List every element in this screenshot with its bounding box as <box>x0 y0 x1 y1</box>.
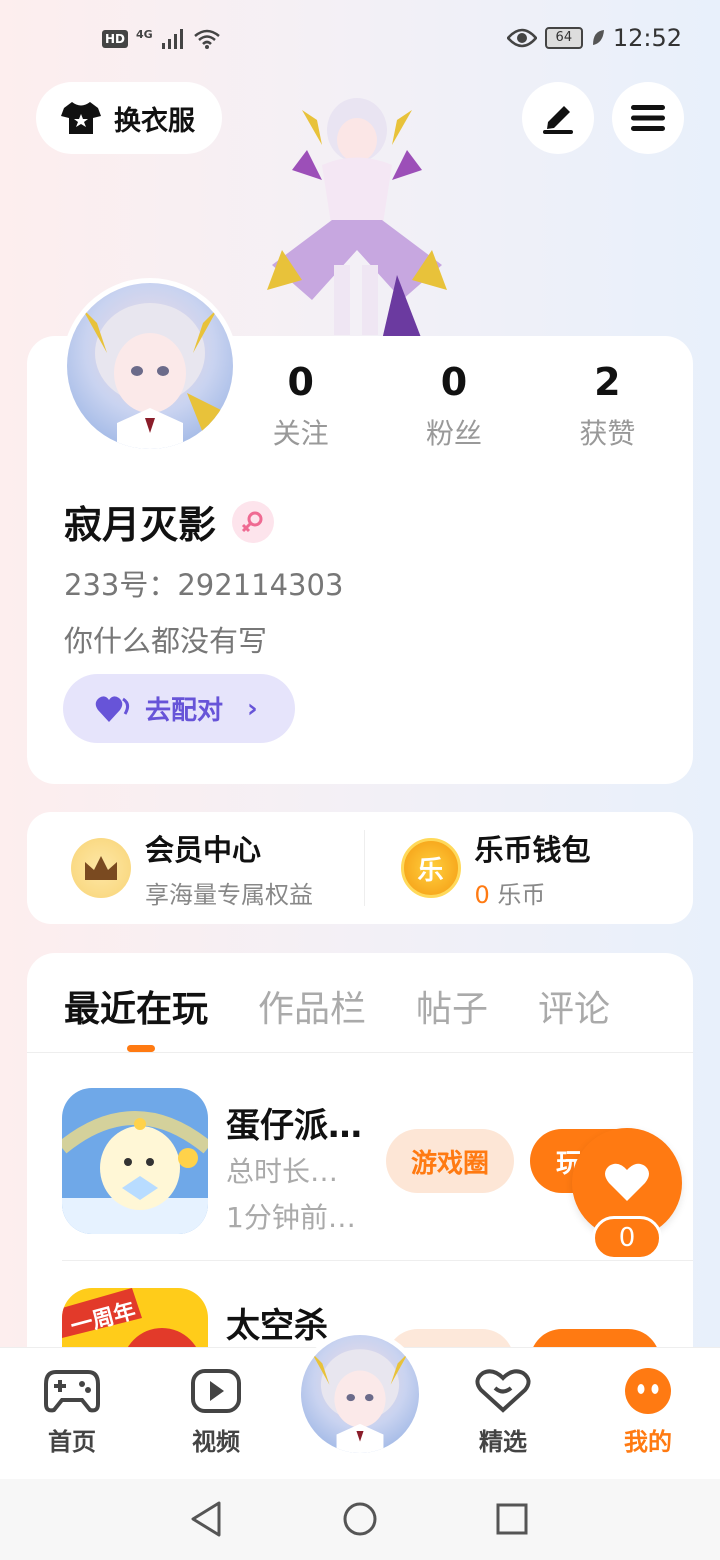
nav-label: 我的 <box>624 1428 672 1456</box>
le-coin-icon: 乐 <box>400 838 461 898</box>
edit-profile-button[interactable] <box>522 82 594 154</box>
vip-subtitle: 享海量专属权益 <box>145 880 313 909</box>
heart-chat-icon <box>475 1369 531 1413</box>
wallet-title: 乐币钱包 <box>474 832 591 867</box>
nav-video[interactable]: 视频 <box>161 1368 271 1457</box>
mine-face-icon <box>625 1368 671 1414</box>
leaf-icon <box>592 30 604 45</box>
menu-button[interactable] <box>612 82 684 154</box>
tab-works[interactable]: 作品栏 <box>258 980 366 1032</box>
home-icon[interactable] <box>342 1499 378 1539</box>
stat-value: 0 <box>287 360 314 404</box>
game-last-played: 1分钟前… <box>226 1201 356 1234</box>
recents-icon[interactable] <box>494 1499 530 1539</box>
eye-comfort-icon <box>506 28 537 48</box>
game-icon-eggy <box>62 1088 208 1234</box>
stat-label: 关注 <box>272 417 329 450</box>
crown-icon <box>71 838 131 898</box>
wifi-icon <box>193 29 220 49</box>
avatar-portrait <box>311 1349 409 1453</box>
vip-title: 会员中心 <box>145 832 262 867</box>
stat-following[interactable]: 0 关注 <box>224 360 377 452</box>
back-icon[interactable] <box>188 1499 224 1539</box>
tab-bar: 最近在玩 作品栏 帖子 评论 <box>64 980 610 1032</box>
gamepad-icon <box>44 1370 100 1413</box>
tab-indicator <box>127 1045 155 1052</box>
system-nav-bar <box>0 1479 720 1560</box>
user-id: 233号：292114303 <box>64 568 344 602</box>
stat-likes[interactable]: 2 获赞 <box>531 360 684 452</box>
nav-label: 视频 <box>192 1428 240 1456</box>
divider <box>27 1052 693 1053</box>
vip-center[interactable]: 会员中心 享海量专属权益 <box>27 827 364 910</box>
nav-label: 首页 <box>48 1428 96 1456</box>
wardrobe-button[interactable]: 换衣服 <box>36 82 222 154</box>
avatar-character-figure[interactable] <box>262 90 452 340</box>
nav-mine[interactable]: 我的 <box>593 1368 703 1457</box>
avatar-portrait <box>82 303 227 449</box>
membership-card: 会员中心 享海量专属权益 乐 乐币钱包 0 乐币 <box>27 812 693 924</box>
wallet-amount: 0 <box>474 880 490 909</box>
avatar[interactable] <box>62 278 238 454</box>
game-playtime: 总时长… <box>226 1155 339 1188</box>
stat-label: 获赞 <box>579 417 636 450</box>
chevron-right-icon: › <box>247 693 258 724</box>
stat-value: 2 <box>594 360 621 404</box>
wallet-unit: 乐币 <box>497 880 546 909</box>
match-button[interactable]: 去配对 › <box>63 674 295 743</box>
status-bar: HD 4G 64 12:52 <box>0 0 720 84</box>
network-type: 4G <box>136 27 153 41</box>
game-circle-button[interactable]: 游戏圈 <box>386 1129 514 1193</box>
like-count: 0 <box>592 1216 662 1260</box>
pen-icon <box>543 106 573 134</box>
stat-label: 粉丝 <box>425 417 482 450</box>
tshirt-icon <box>61 102 101 134</box>
tab-recent[interactable]: 最近在玩 <box>64 980 208 1032</box>
video-play-icon <box>191 1369 241 1413</box>
nav-home[interactable]: 首页 <box>17 1368 127 1457</box>
battery-indicator: 64 <box>544 27 583 49</box>
nav-avatar-button[interactable] <box>296 1330 424 1458</box>
clock: 12:52 <box>612 24 682 52</box>
user-bio: 你什么都没有写 <box>64 624 268 658</box>
username: 寂月灭影 <box>64 503 217 547</box>
heart-match-icon <box>95 695 130 722</box>
profile-stats: 0 关注 0 粉丝 2 获赞 <box>224 360 684 452</box>
game-title: 蛋仔派… <box>226 1106 362 1146</box>
nav-featured[interactable]: 精选 <box>448 1368 558 1457</box>
nav-label: 精选 <box>479 1428 527 1456</box>
female-icon <box>232 500 275 543</box>
divider <box>62 1260 693 1261</box>
hamburger-menu-icon <box>631 105 665 131</box>
wallet[interactable]: 乐 乐币钱包 0 乐币 <box>365 827 694 910</box>
tab-comments[interactable]: 评论 <box>538 980 610 1032</box>
username-row: 寂月灭影 <box>64 494 275 549</box>
match-label: 去配对 <box>145 696 224 726</box>
wardrobe-label: 换衣服 <box>114 105 195 137</box>
stat-followers[interactable]: 0 粉丝 <box>377 360 530 452</box>
tab-posts[interactable]: 帖子 <box>416 980 488 1032</box>
stat-value: 0 <box>440 360 468 404</box>
heart-icon <box>605 1163 649 1201</box>
hd-badge: HD <box>102 30 129 48</box>
signal-icon <box>161 29 183 49</box>
game-title: 太空杀 <box>226 1306 328 1346</box>
